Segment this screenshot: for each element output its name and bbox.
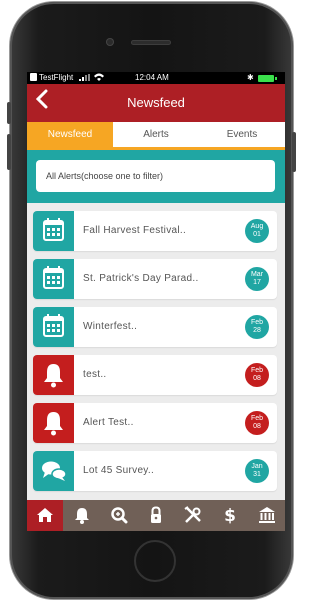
back-to-app-icon[interactable] [30, 73, 37, 81]
bottom-nav: $ [27, 500, 285, 531]
filter-section: All Alerts(choose one to filter) [27, 150, 285, 203]
badge-day: 28 [253, 327, 261, 334]
volume-button [7, 102, 11, 124]
svg-text:$: $ [224, 506, 236, 525]
tab-events[interactable]: Events [199, 122, 285, 147]
volume-button [7, 134, 11, 170]
tab-bar: Newsfeed Alerts Events [27, 122, 285, 150]
home-button[interactable] [134, 540, 176, 582]
badge-month: Feb [250, 415, 264, 422]
date-badge: Feb 28 [245, 315, 269, 339]
bluetooth-icon: ✱ [247, 73, 254, 82]
badge-day: 31 [253, 471, 261, 478]
battery-icon [258, 75, 278, 84]
list-item[interactable]: St. Patrick's Day Parad.. Mar 17 [33, 259, 277, 299]
list-item[interactable]: Lot 45 Survey.. Jan 31 [33, 451, 277, 491]
badge-month: Feb [250, 367, 264, 374]
item-title: St. Patrick's Day Parad.. [83, 273, 199, 284]
list-item[interactable]: Winterfest.. Feb 28 [33, 307, 277, 347]
page-title: Newsfeed [127, 95, 185, 110]
badge-day: 01 [253, 231, 261, 238]
filter-dropdown[interactable]: All Alerts(choose one to filter) [36, 160, 275, 192]
item-title: Lot 45 Survey.. [83, 465, 155, 476]
bell-icon [33, 355, 74, 395]
status-bar: TestFlight 12:04 AM ✱ [27, 72, 285, 84]
bell-icon [33, 403, 74, 443]
chat-bubbles-icon [33, 451, 74, 491]
date-badge: Feb 08 [245, 363, 269, 387]
list-item[interactable]: Alert Test.. Feb 08 [33, 403, 277, 443]
badge-day: 17 [253, 279, 261, 286]
item-title: Fall Harvest Festival.. [83, 225, 187, 236]
time-label: 12:04 AM [135, 73, 169, 82]
badge-month: Mar [250, 271, 264, 278]
bell-icon[interactable] [64, 500, 100, 531]
date-badge: Aug 01 [245, 219, 269, 243]
home-icon[interactable] [27, 500, 63, 531]
list-item[interactable]: Fall Harvest Festival.. Aug 01 [33, 211, 277, 251]
item-title: test.. [83, 369, 107, 380]
badge-month: Aug [250, 223, 264, 230]
dollar-icon[interactable]: $ [212, 500, 248, 531]
tab-alerts[interactable]: Alerts [113, 122, 199, 147]
app-screen: TestFlight 12:04 AM ✱ Newsfeed Newsfeed … [27, 72, 285, 531]
calendar-icon [33, 211, 74, 251]
feed-list: Fall Harvest Festival.. Aug 01 St. Patric… [27, 203, 285, 500]
badge-month: Feb [250, 319, 264, 326]
tab-newsfeed[interactable]: Newsfeed [27, 122, 113, 147]
badge-day: 08 [253, 375, 261, 382]
bank-icon[interactable] [249, 500, 285, 531]
signal-icon [79, 74, 91, 83]
badge-month: Jan [251, 463, 263, 470]
item-title: Alert Test.. [83, 417, 134, 428]
carrier-label: TestFlight [39, 73, 74, 82]
wifi-icon [94, 73, 104, 83]
date-badge: Jan 31 [245, 459, 269, 483]
search-icon[interactable] [101, 500, 137, 531]
lock-icon[interactable] [138, 500, 174, 531]
header-bar: Newsfeed [27, 84, 285, 122]
calendar-icon [33, 259, 74, 299]
earpiece-speaker [131, 40, 171, 45]
date-badge: Mar 17 [245, 267, 269, 291]
front-camera [106, 38, 114, 46]
tools-icon[interactable] [175, 500, 211, 531]
power-button [292, 132, 296, 172]
calendar-icon [33, 307, 74, 347]
item-title: Winterfest.. [83, 321, 138, 332]
badge-day: 08 [253, 423, 261, 430]
date-badge: Feb 08 [245, 411, 269, 435]
list-item[interactable]: test.. Feb 08 [33, 355, 277, 395]
